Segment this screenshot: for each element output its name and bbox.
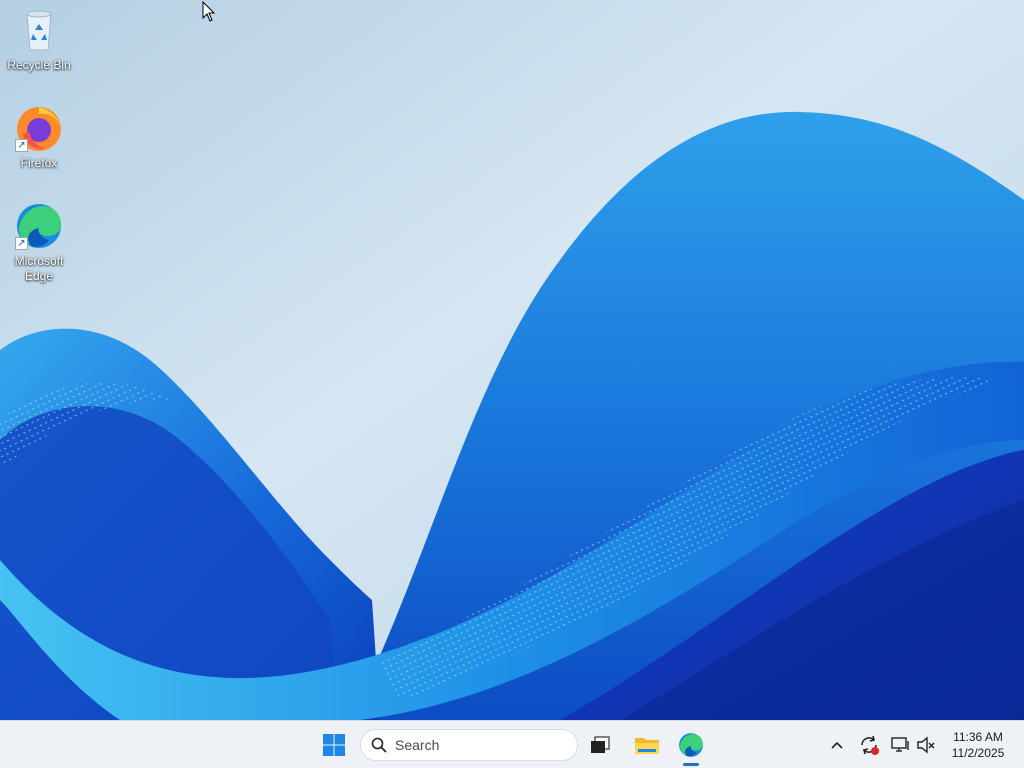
recycle-bin-icon bbox=[15, 6, 63, 54]
sync-tray-button[interactable] bbox=[857, 733, 881, 757]
chevron-up-icon bbox=[831, 741, 843, 749]
recycle-bin-desktop-icon[interactable]: Recycle Bin bbox=[3, 6, 75, 73]
firefox-label: Firefox bbox=[20, 156, 58, 170]
folder-icon bbox=[635, 738, 659, 754]
recycle-bin-label: Recycle Bin bbox=[7, 58, 71, 72]
volume-tray-button[interactable] bbox=[914, 733, 938, 757]
firefox-icon: ↗ bbox=[15, 104, 63, 152]
edge-taskbar-button[interactable] bbox=[673, 727, 709, 763]
windows-logo-icon bbox=[323, 734, 345, 756]
task-view-button[interactable] bbox=[582, 727, 618, 763]
edge-label: Microsoft Edge bbox=[14, 254, 64, 283]
desktop[interactable]: Recycle Bin ↗ Firefox ↗ Microsoft Edge bbox=[0, 0, 1024, 720]
start-button[interactable] bbox=[316, 727, 352, 763]
firefox-desktop-icon[interactable]: ↗ Firefox bbox=[3, 104, 75, 171]
network-icon bbox=[891, 737, 909, 752]
active-app-indicator bbox=[683, 763, 699, 766]
clock-date: 11/2/2025 bbox=[951, 746, 1005, 760]
taskbar-search-box[interactable]: Search bbox=[360, 729, 578, 761]
wallpaper bbox=[0, 0, 1024, 720]
edge-icon bbox=[679, 733, 703, 757]
search-placeholder: Search bbox=[395, 737, 440, 753]
clock-time: 11:36 AM bbox=[953, 730, 1003, 744]
taskbar: Search 11:36 AM 11/2/2025 bbox=[0, 720, 1024, 768]
mouse-cursor-icon bbox=[202, 1, 216, 22]
shortcut-arrow-icon: ↗ bbox=[15, 139, 28, 152]
task-view-icon bbox=[591, 736, 610, 753]
volume-muted-icon bbox=[917, 736, 935, 754]
edge-desktop-icon[interactable]: ↗ Microsoft Edge bbox=[3, 202, 75, 284]
network-tray-button[interactable] bbox=[888, 733, 912, 757]
sync-icon bbox=[861, 735, 879, 755]
shortcut-arrow-icon: ↗ bbox=[15, 237, 28, 250]
file-explorer-button[interactable] bbox=[629, 727, 665, 763]
clock-button[interactable]: 11:36 AM 11/2/2025 bbox=[944, 729, 1012, 761]
edge-icon: ↗ bbox=[15, 202, 63, 250]
show-hidden-icons-button[interactable] bbox=[825, 733, 849, 757]
search-icon bbox=[371, 737, 387, 753]
